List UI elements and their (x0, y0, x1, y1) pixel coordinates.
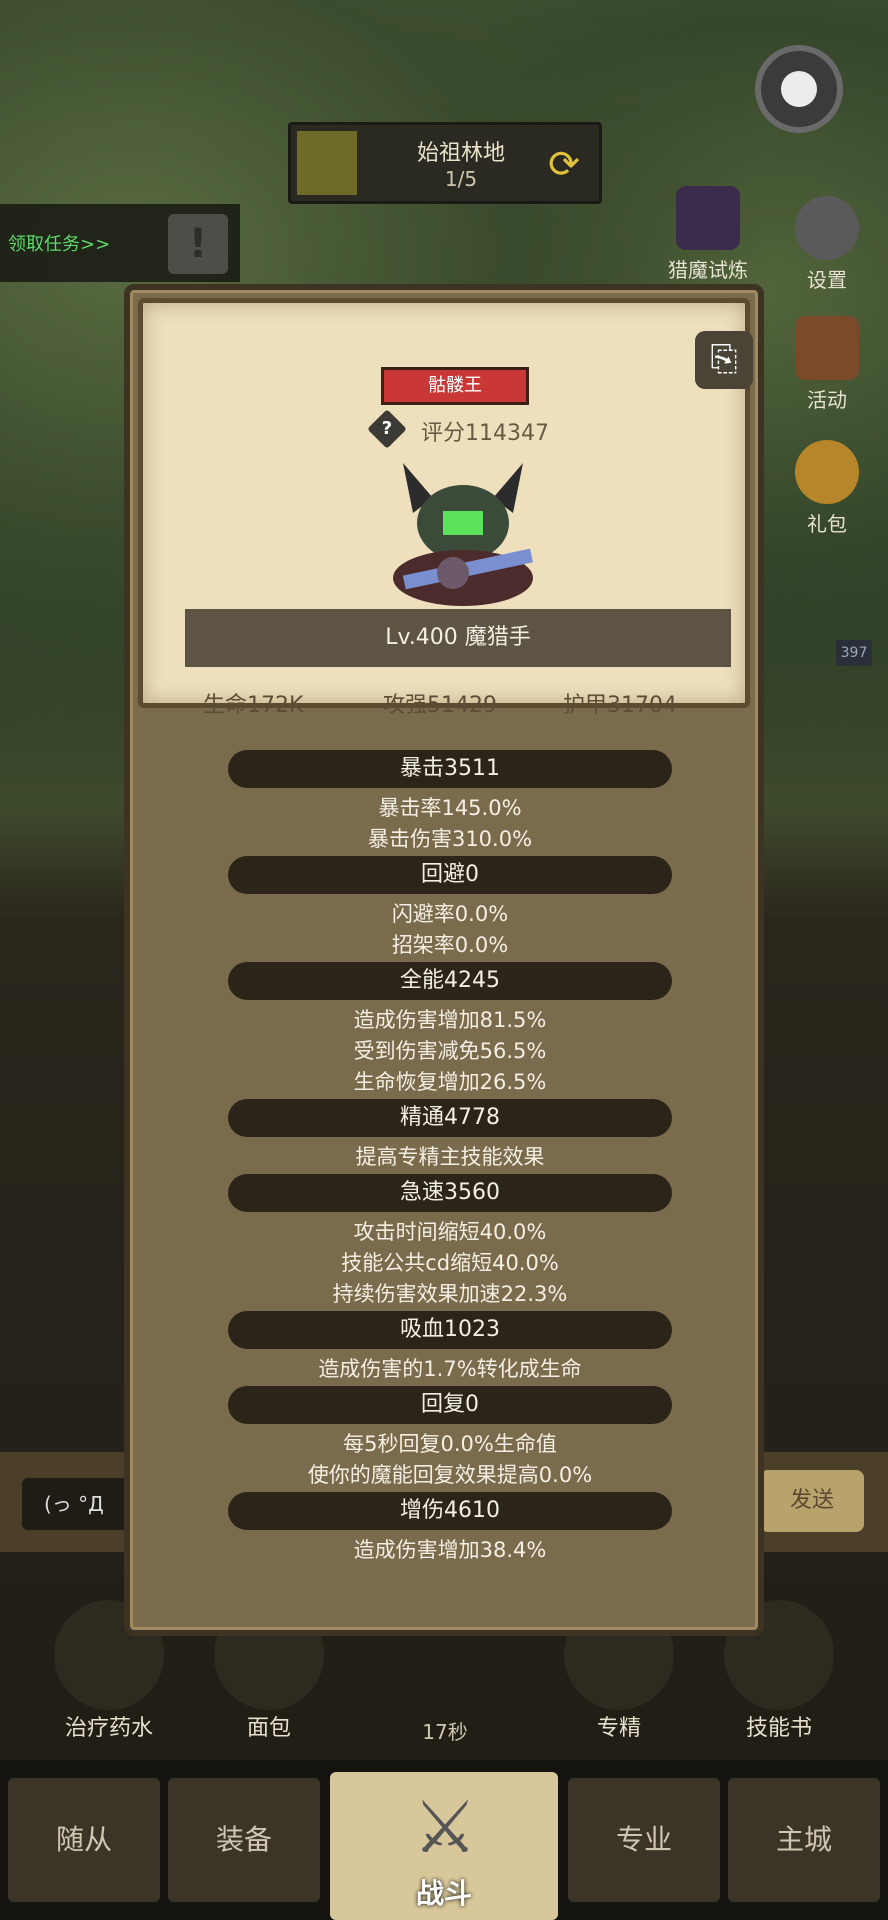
item-label: 面包 (246, 1716, 291, 1741)
battle-timer: 17秒 (422, 1720, 468, 1744)
refresh-icon[interactable]: ⟳ (541, 141, 587, 187)
armor-stat: 护甲31704 (563, 693, 677, 718)
attack-stat: 攻强51429 (383, 693, 497, 718)
stat-line: 造成伤害的1.7%转化成生命 (318, 1357, 582, 1381)
level-class-bar: Lv.400 魔猎手 (185, 609, 731, 667)
chat-input[interactable]: (っ °Д (22, 1478, 132, 1530)
joystick-knob (781, 71, 817, 107)
stat-line: 暴击伤害310.0% (367, 827, 533, 851)
stat-line: 受到伤害减免56.5% (353, 1039, 547, 1063)
hp-stat: 生命172K (203, 693, 304, 718)
stat-line: 闪避率0.0% (391, 902, 509, 926)
joystick-button[interactable] (755, 45, 843, 133)
side-menu-label: 礼包 (807, 512, 847, 536)
share-icon[interactable]: ⎘ (695, 331, 753, 389)
section-mastery: 精通4778 (228, 1099, 672, 1137)
section-haste: 急速3560 (228, 1174, 672, 1212)
section-damage-bonus: 增伤4610 (228, 1492, 672, 1530)
gear-icon (795, 196, 859, 260)
stat-line: 招架率0.0% (391, 933, 509, 957)
item-label: 治疗药水 (64, 1716, 153, 1741)
stat-line: 使你的魔能回复效果提高0.0% (307, 1463, 593, 1487)
side-menu-gift[interactable]: 礼包 (779, 440, 875, 537)
event-icon (795, 316, 859, 380)
zone-progress: 1/5 (444, 167, 478, 191)
hero-portrait (393, 463, 533, 606)
section-recovery: 回复0 (228, 1386, 672, 1424)
crossed-swords-icon: ⚔ (412, 1785, 478, 1869)
tab-city[interactable]: 主城 (728, 1778, 880, 1902)
send-button[interactable]: 发送 (760, 1470, 864, 1532)
side-menu-label: 活动 (807, 388, 847, 412)
zone-name: 始祖林地 (416, 141, 505, 166)
gift-pack-icon (795, 440, 859, 504)
character-stats-dialog: ⎘ 骷髅王 ? 评分114347 Lv.400 魔猎手 生命172K 攻强514… (124, 284, 764, 1636)
section-evasion: 回避0 (228, 856, 672, 894)
stat-line: 每5秒回复0.0%生命值 (343, 1432, 557, 1456)
side-menu-event[interactable]: 活动 (779, 316, 875, 413)
item-label: 专精 (596, 1716, 641, 1741)
section-versatility: 全能4245 (228, 962, 672, 1000)
character-name: 骷髅王 (381, 367, 529, 405)
tab-equipment[interactable]: 装备 (168, 1778, 320, 1902)
side-menu-label: 设置 (807, 268, 847, 292)
item-label: 技能书 (745, 1716, 812, 1741)
zone-indicator[interactable]: 始祖林地 1/5 ⟳ (288, 122, 602, 204)
zone-thumbnail (297, 131, 357, 195)
stat-line: 造成伤害增加38.4% (353, 1538, 547, 1562)
score-label: 评分114347 (421, 421, 549, 446)
side-menu-demon-hunt[interactable]: 猎魔试炼 (660, 186, 756, 283)
stat-line: 提高专精主技能效果 (355, 1145, 545, 1169)
stat-line: 攻击时间缩短40.0% (353, 1220, 547, 1244)
tab-profession[interactable]: 专业 (568, 1778, 720, 1902)
stat-line: 生命恢复增加26.5% (353, 1070, 547, 1094)
side-badge: 397 (836, 640, 872, 666)
help-icon[interactable]: ? (373, 415, 401, 443)
exclamation-icon[interactable]: ! (168, 214, 228, 274)
quest-link[interactable]: 领取任务>> (8, 230, 110, 256)
tab-followers[interactable]: 随从 (8, 1778, 160, 1902)
stat-line: 持续伤害效果加速22.3% (332, 1282, 568, 1306)
character-card: ⎘ 骷髅王 ? 评分114347 Lv.400 魔猎手 生命172K 攻强514… (138, 298, 753, 718)
demon-hunt-icon (676, 186, 740, 250)
tab-battle[interactable]: ⚔ 战斗 (330, 1772, 558, 1920)
section-lifesteal: 吸血1023 (228, 1311, 672, 1349)
stat-line: 造成伤害增加81.5% (353, 1008, 547, 1032)
stat-line: 暴击率145.0% (378, 796, 522, 820)
side-menu-settings[interactable]: 设置 (779, 196, 875, 293)
tab-battle-label: 战斗 (415, 1877, 472, 1910)
section-crit: 暴击3511 (228, 750, 672, 788)
side-menu-label: 猎魔试炼 (668, 258, 748, 282)
stat-line: 技能公共cd缩短40.0% (341, 1251, 559, 1275)
